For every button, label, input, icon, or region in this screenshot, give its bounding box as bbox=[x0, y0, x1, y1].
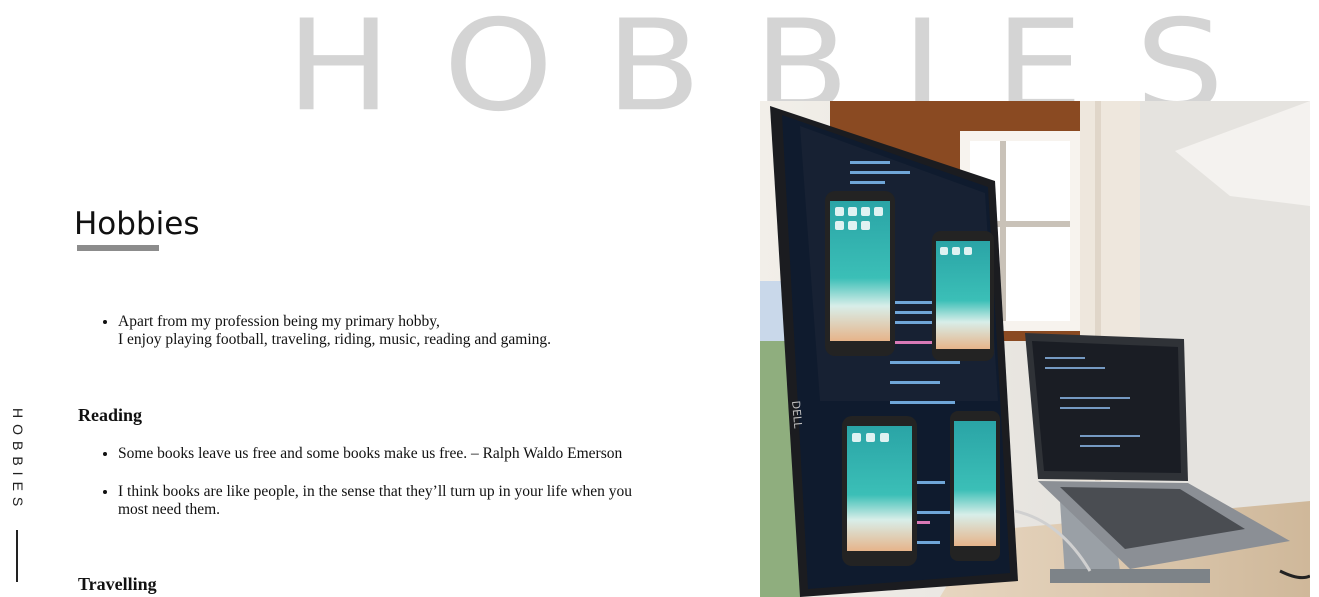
monitor-brand: DELL bbox=[789, 400, 804, 430]
list-item: Some books leave us free and some books … bbox=[118, 445, 648, 463]
reading-block: Some books leave us free and some books … bbox=[78, 445, 648, 539]
section-title: Hobbies bbox=[74, 206, 200, 242]
intro-line-2: I enjoy playing football, traveling, rid… bbox=[118, 331, 552, 348]
intro-line-1: Apart from my profession being my primar… bbox=[118, 313, 440, 330]
side-nav-line bbox=[16, 530, 18, 582]
hobbies-photo: DELL bbox=[760, 101, 1310, 597]
title-underline bbox=[77, 245, 159, 251]
intro-list: Apart from my profession being my primar… bbox=[78, 313, 638, 349]
list-item: Apart from my profession being my primar… bbox=[118, 313, 638, 349]
side-nav-label[interactable]: HOBBIES bbox=[10, 408, 26, 512]
intro-block: Apart from my profession being my primar… bbox=[78, 313, 638, 349]
reading-heading: Reading bbox=[78, 405, 143, 425]
workspace-photo-illustration: DELL bbox=[760, 101, 1310, 597]
travelling-heading: Travelling bbox=[78, 574, 157, 594]
list-item: I think books are like people, in the se… bbox=[118, 483, 648, 519]
reading-list: Some books leave us free and some books … bbox=[78, 445, 648, 519]
